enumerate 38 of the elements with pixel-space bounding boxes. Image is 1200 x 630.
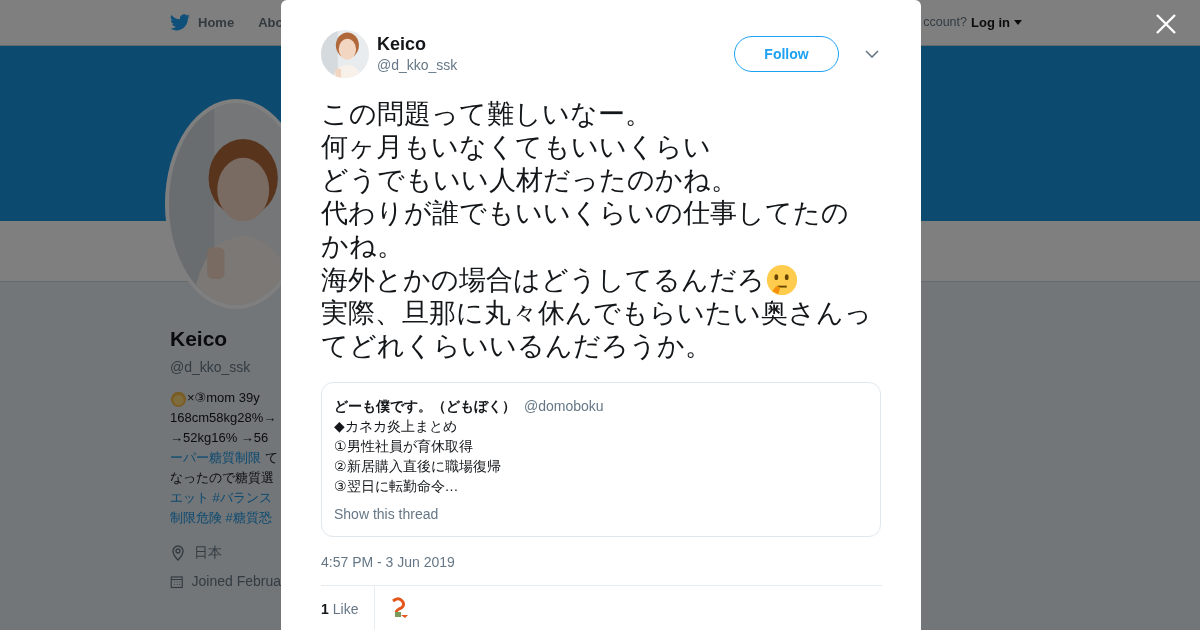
bio-text: ×③mom 39y xyxy=(187,389,260,408)
hashtag-link[interactable]: 制限危険 #糖質恐 xyxy=(170,508,272,529)
tweet-text: この問題って難しいなー。 何ヶ月もいなくてもいいくらい どうでもいい人材だったのかね。 代わりが誰でもいいくらいの仕事してたの かね。 海外とかの場合はどうしてるんだろ 実際、旦那に丸々休んでもらいたい奥さんっ てどれくらいいるんだろうか。 xyxy=(321,98,873,363)
caret-icon xyxy=(1014,20,1022,25)
login-link[interactable]: Log in xyxy=(971,12,1010,33)
quoted-text-line: ①男性社員が育休取得 xyxy=(334,437,474,456)
hashtag-link[interactable]: ーパー糖質制限 xyxy=(170,448,261,469)
profile-handle: @d_kko_ssk xyxy=(170,358,252,378)
quoted-text-line: ③翌日に転勤命令… xyxy=(334,477,460,496)
quoted-tweet-card[interactable]: どーも僕です。（どもぼく） @domoboku ◆カネカ炎上まとめ ①男性社員が育休取得 ②新居購入直後に職場復帰 ③翌日に転勤命令… Show this thread xyxy=(321,382,881,537)
thinking-face-icon xyxy=(765,263,799,297)
close-icon[interactable] xyxy=(1155,13,1177,35)
like-count: 1 xyxy=(321,599,329,619)
calendar-icon xyxy=(170,573,184,590)
bio-text: なったので糖質選 xyxy=(170,469,274,488)
profile-location: 日本 xyxy=(194,543,222,563)
show-thread-link[interactable]: Show this thread xyxy=(334,504,868,524)
joined-date: Joined Februa xyxy=(191,572,281,592)
bird-logo-icon[interactable] xyxy=(170,14,190,31)
quoted-text-line: ②新居購入直後に職場復帰 xyxy=(334,457,502,476)
tweet-timestamp: 4:57 PM - 3 Jun 2019 xyxy=(321,553,456,572)
quoted-author-name: どーも僕です。（どもぼく） xyxy=(334,397,516,416)
hashtag-link[interactable]: エット #バランス xyxy=(170,488,272,509)
chevron-down-icon[interactable] xyxy=(865,50,879,58)
quoted-author-handle: @domoboku xyxy=(524,397,604,416)
nav-link-item[interactable]: Home xyxy=(198,12,235,33)
girl-emoji-icon xyxy=(170,389,187,407)
author-handle: @d_kko_ssk xyxy=(377,55,459,75)
bio-text: て xyxy=(263,449,278,468)
profile-name: Keico xyxy=(170,326,229,352)
location-pin-icon xyxy=(170,544,186,561)
follow-button[interactable]: Follow xyxy=(734,36,839,72)
bio-text: 168cm58kg28%→ xyxy=(170,409,277,428)
bio-text: →52kg16% →56 xyxy=(170,429,269,448)
quoted-text-line: ◆カネカ炎上まとめ xyxy=(334,417,458,436)
author-name: Keico xyxy=(377,32,428,55)
like-label: Like xyxy=(332,599,359,619)
account-prompt: ccount? xyxy=(923,14,967,32)
